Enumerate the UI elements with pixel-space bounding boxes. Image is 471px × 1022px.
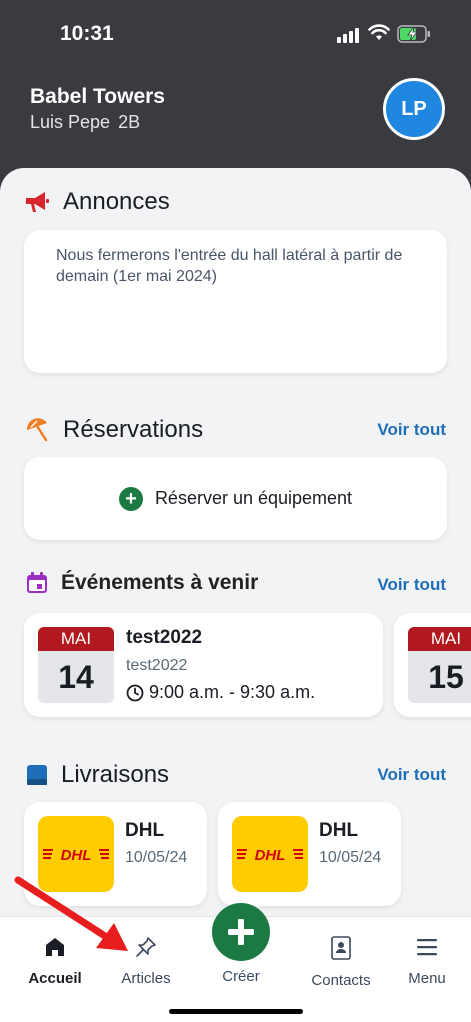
battery-charging-icon — [397, 25, 430, 43]
delivery-card[interactable]: DHL DHL 10/05/24 — [24, 802, 207, 906]
reservations-see-all-link[interactable]: Voir tout — [377, 420, 446, 440]
package-icon — [27, 765, 47, 785]
delivery-carrier: DHL — [125, 820, 165, 841]
status-time: 10:31 — [60, 22, 114, 45]
event-subtitle: test2022 — [126, 657, 188, 674]
reservations-title: Réservations — [63, 416, 204, 443]
event-title: test2022 — [126, 627, 203, 648]
reserve-label: Réserver un équipement — [154, 488, 353, 508]
dhl-logo-icon: DHL — [38, 816, 114, 892]
tab-contacts[interactable]: Contacts — [301, 935, 381, 989]
delivery-date: 10/05/24 — [125, 849, 188, 866]
events-header: Événements à venir — [25, 571, 258, 595]
create-label: Créer — [222, 968, 260, 985]
wifi-icon — [368, 24, 390, 40]
building-name: Babel Towers — [30, 85, 165, 108]
events-title: Événements à venir — [61, 571, 259, 594]
plus-circle-icon: + — [118, 486, 143, 511]
dhl-logo-icon: DHL — [232, 816, 308, 892]
contacts-book-icon — [331, 936, 351, 960]
megaphone-icon — [26, 192, 49, 212]
event-date-badge: MAI 14 — [38, 627, 114, 703]
events-see-all-link[interactable]: Voir tout — [377, 575, 446, 595]
event-day: 14 — [38, 651, 114, 703]
plus-icon — [228, 919, 254, 945]
tab-home[interactable]: Accueil — [15, 935, 95, 987]
delivery-carrier: DHL — [319, 820, 359, 841]
tab-menu-label: Menu — [408, 970, 446, 987]
delivery-date: 10/05/24 — [319, 849, 382, 866]
event-card[interactable]: MAI 14 test2022 test2022 9:00 a.m. - 9:3… — [24, 613, 383, 717]
status-bar: 10:31 — [0, 0, 471, 70]
home-icon — [46, 938, 64, 956]
reserve-button-content: + Réserver un équipement — [24, 457, 447, 540]
home-content: Annonces Nous fermerons l'entrée du hall… — [0, 168, 471, 928]
announcements-header: Annonces — [25, 188, 170, 216]
deliveries-see-all-link[interactable]: Voir tout — [377, 765, 446, 785]
resident-info: Luis Pepe 2B — [30, 112, 140, 133]
deliveries-header: Livraisons — [25, 761, 169, 789]
svg-text:DHL: DHL — [61, 847, 92, 864]
svg-text:DHL: DHL — [255, 847, 286, 864]
tab-articles[interactable]: Articles — [106, 935, 186, 987]
resident-name: Luis Pepe — [30, 112, 111, 132]
reserve-equipment-button[interactable]: + Réserver un équipement — [24, 457, 447, 540]
unit-number: 2B — [118, 112, 141, 132]
event-month: MAI — [38, 627, 114, 651]
dhl-wordmark: DHL — [43, 847, 109, 864]
calendar-icon — [27, 572, 47, 593]
create-button[interactable] — [212, 903, 270, 961]
event-card[interactable]: MAI 15 — [394, 613, 471, 717]
announcement-card[interactable]: Nous fermerons l'entrée du hall latéral … — [24, 230, 447, 373]
event-time-text: 9:00 a.m. - 9:30 a.m. — [149, 682, 316, 702]
event-date-badge: MAI 15 — [408, 627, 471, 703]
reservations-header: Réservations — [25, 416, 203, 444]
tab-contacts-label: Contacts — [311, 972, 371, 989]
home-indicator — [169, 1009, 303, 1014]
hamburger-menu-icon — [417, 939, 437, 956]
dhl-wordmark: DHL — [237, 847, 303, 864]
pin-icon — [136, 937, 156, 957]
avatar[interactable]: LP — [383, 78, 445, 140]
deliveries-title: Livraisons — [61, 761, 170, 788]
umbrella-icon — [26, 418, 48, 442]
announcement-text: Nous fermerons l'entrée du hall latéral … — [56, 247, 403, 285]
tab-home-label: Accueil — [28, 970, 82, 987]
tab-articles-label: Articles — [121, 970, 171, 987]
clock-icon — [126, 684, 144, 701]
event-month: MAI — [408, 627, 471, 651]
delivery-card[interactable]: DHL DHL 10/05/24 — [218, 802, 401, 906]
tab-menu[interactable]: Menu — [387, 935, 467, 987]
cellular-signal-icon — [337, 28, 359, 43]
event-day: 15 — [408, 651, 471, 703]
event-time: 9:00 a.m. - 9:30 a.m. — [126, 682, 315, 703]
announcements-title: Annonces — [63, 188, 170, 215]
bottom-tab-bar: Accueil Articles Créer Contacts Menu — [0, 903, 471, 1022]
